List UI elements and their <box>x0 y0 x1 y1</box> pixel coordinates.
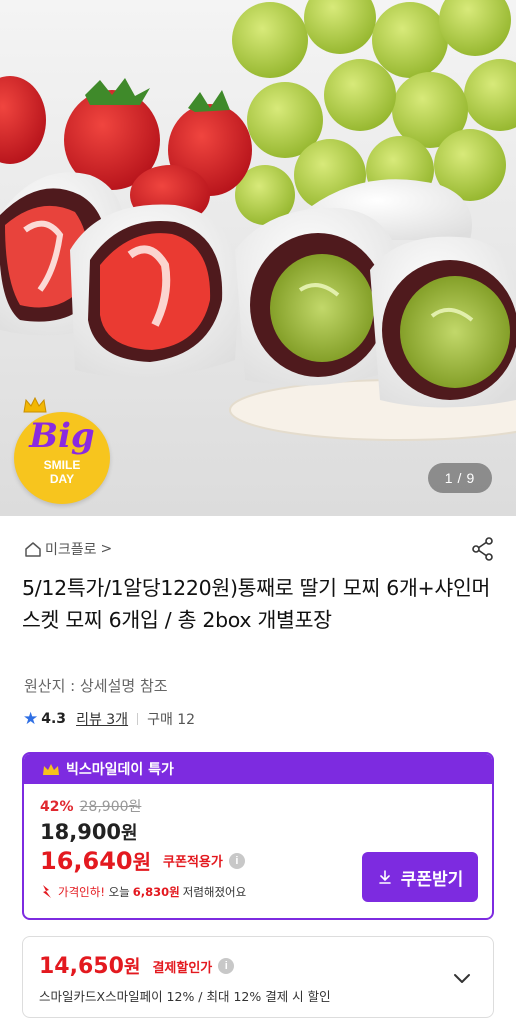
coupon-price: 16,640원 <box>40 846 151 875</box>
price-drop-text1: 오늘 <box>108 885 130 899</box>
badge-smile-text: SMILE DAY <box>14 458 110 486</box>
product-image-carousel[interactable]: Big SMILE DAY 1/9 <box>0 0 516 516</box>
home-icon <box>25 542 41 557</box>
deal-header: 빅스마일데이 특가 <box>24 754 492 784</box>
payment-discount-detail: 스마일카드X스마일페이 12% / 최대 12% 결제 시 할인 <box>39 989 331 1004</box>
image-counter-total: 9 <box>466 470 476 486</box>
badge-line-2: DAY <box>49 472 75 486</box>
origin-info: 원산지 : 상세설명 참조 <box>24 677 168 695</box>
chevron-down-icon[interactable] <box>451 967 473 989</box>
price-drop-prefix: 가격인하! <box>58 885 105 899</box>
payment-price: 14,650원 <box>39 953 140 979</box>
original-price: 28,900원 <box>79 799 142 815</box>
price-drop-amount: 6,830원 <box>132 885 180 899</box>
chevron-right-icon: > <box>100 541 113 557</box>
payment-price-row: 14,650원 결제할인가 i <box>39 953 235 979</box>
badge-big-text: Big <box>29 416 95 456</box>
purchase-count: 구매 12 <box>147 712 196 728</box>
crown-icon <box>43 763 59 775</box>
badge-line-1: SMILE <box>43 458 81 472</box>
deal-body: 42% 28,900원 18,900원 16,640원 쿠폰적용가 i 가격인하… <box>24 784 492 918</box>
rating-score: 4.3 <box>41 711 67 727</box>
reviews-link[interactable]: 리뷰 3개 <box>76 709 128 729</box>
deal-box: 빅스마일데이 특가 42% 28,900원 18,900원 16,640원 쿠폰… <box>22 752 494 920</box>
crown-icon <box>23 396 47 413</box>
info-icon[interactable]: i <box>218 958 235 974</box>
sale-price: 18,900원 <box>40 819 138 845</box>
image-counter-current: 1 <box>444 470 454 486</box>
image-counter-separator: / <box>457 470 463 486</box>
sale-price-amount: 18,900 <box>40 820 122 844</box>
coupon-price-label: 쿠폰적용가 <box>163 855 223 870</box>
payment-price-amount: 14,650 <box>39 954 124 979</box>
deal-header-label: 빅스마일데이 특가 <box>66 762 174 778</box>
image-counter: 1/9 <box>428 463 492 493</box>
brand-name: 미크플로 <box>45 542 97 558</box>
info-icon[interactable]: i <box>228 852 245 869</box>
arrow-down-icon <box>43 885 51 898</box>
brand-link[interactable]: 미크플로 > <box>24 538 112 560</box>
coupon-price-row: 16,640원 쿠폰적용가 i <box>40 846 245 875</box>
sale-price-unit: 원 <box>121 823 138 844</box>
download-icon <box>378 870 391 884</box>
discount-row: 42% 28,900원 <box>40 796 141 816</box>
payment-discount-box[interactable]: 14,650원 결제할인가 i 스마일카드X스마일페이 12% / 최대 12%… <box>22 936 494 1018</box>
coupon-price-unit: 원 <box>132 850 152 874</box>
price-drop-notice: 가격인하! 오늘 6,830원 저렴해졌어요 <box>40 884 246 900</box>
get-coupon-button[interactable]: 쿠폰받기 <box>362 852 478 902</box>
discount-percent: 42% <box>40 799 74 815</box>
share-icon[interactable] <box>470 536 496 562</box>
payment-price-label: 결제할인가 <box>152 960 213 976</box>
price-drop-text2: 저렴해졌어요 <box>182 885 247 899</box>
big-smile-day-badge: Big SMILE DAY <box>14 396 114 506</box>
rating-divider <box>137 713 139 725</box>
payment-price-unit: 원 <box>123 957 141 978</box>
rating-row: ★ 4.3 리뷰 3개 구매 12 <box>23 709 195 729</box>
get-coupon-label: 쿠폰받기 <box>400 869 464 889</box>
product-title: 5/12특가/1알당1220원)통째로 딸기 모찌 6개+샤인머스켓 모찌 6개… <box>22 576 491 632</box>
star-icon: ★ <box>23 708 39 729</box>
coupon-price-amount: 16,640 <box>40 847 133 875</box>
